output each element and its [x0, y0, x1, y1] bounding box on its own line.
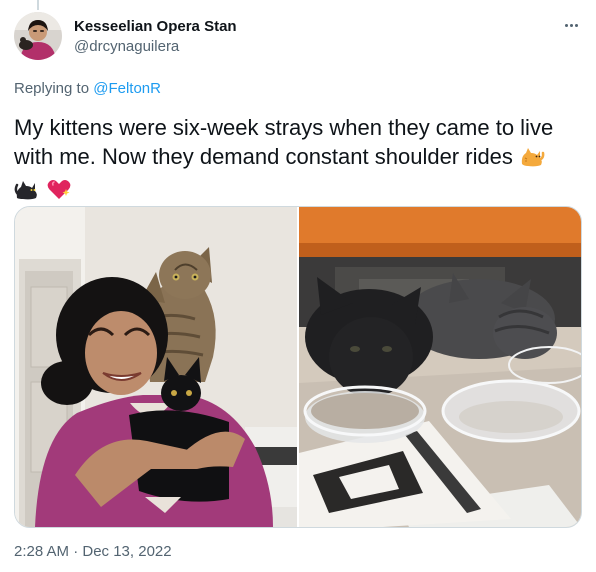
photo-kittens-eating[interactable] [299, 207, 581, 527]
avatar[interactable] [14, 12, 62, 60]
black-cat-emoji [14, 177, 40, 208]
sparkling-heart-emoji [46, 177, 72, 208]
media-grid [14, 206, 582, 528]
tweet-timestamp[interactable]: 2:28 AM · Dec 13, 2022 [14, 543, 172, 560]
thread-connector-line [37, 0, 39, 10]
replying-to-mention[interactable]: @FeltonR [93, 80, 161, 97]
avatar-image [14, 12, 62, 60]
cat-emoji [519, 144, 545, 175]
tweet-text: My kittens were six-week strays when the… [14, 113, 589, 208]
photo-woman-with-two-kittens[interactable] [15, 207, 297, 527]
replying-to-label: Replying to [14, 80, 90, 97]
replying-to-line: Replying to @FeltonR [14, 80, 161, 97]
display-name[interactable]: Kesseelian Opera Stan [74, 18, 237, 35]
tweet: Kesseelian Opera Stan @drcynaguilera Rep… [0, 0, 596, 572]
more-options-icon[interactable] [559, 16, 583, 34]
user-handle[interactable]: @drcynaguilera [74, 38, 179, 55]
tweet-text-content: My kittens were six-week strays when the… [14, 115, 554, 169]
